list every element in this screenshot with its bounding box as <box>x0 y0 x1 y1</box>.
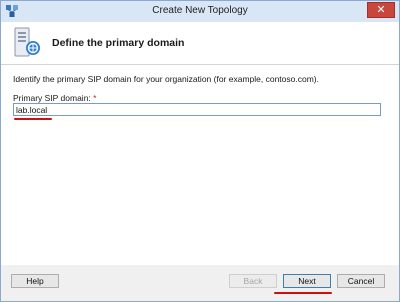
instruction-text: Identify the primary SIP domain for your… <box>13 74 319 84</box>
annotation-underline-next <box>274 292 332 294</box>
title-bar[interactable]: Create New Topology ✕ <box>1 1 399 22</box>
required-marker: * <box>93 93 97 103</box>
wizard-window: Create New Topology ✕ Define the primary… <box>0 0 400 302</box>
back-button[interactable]: Back <box>229 274 277 288</box>
server-domain-icon <box>11 26 43 60</box>
button-bar: Help Back Next Cancel <box>1 265 399 301</box>
help-button[interactable]: Help <box>11 274 59 288</box>
wizard-header: Define the primary domain <box>1 22 399 65</box>
annotation-underline-domain <box>14 118 52 120</box>
page-title: Define the primary domain <box>52 37 185 49</box>
wizard-content: Identify the primary SIP domain for your… <box>1 65 399 265</box>
window-title: Create New Topology <box>152 5 248 16</box>
close-button[interactable]: ✕ <box>367 2 395 18</box>
domain-label-text: Primary SIP domain: <box>13 93 91 103</box>
next-button[interactable]: Next <box>283 274 331 288</box>
domain-field-label: Primary SIP domain: * <box>13 93 96 103</box>
cancel-button[interactable]: Cancel <box>337 274 385 288</box>
primary-sip-domain-input[interactable] <box>13 103 381 116</box>
